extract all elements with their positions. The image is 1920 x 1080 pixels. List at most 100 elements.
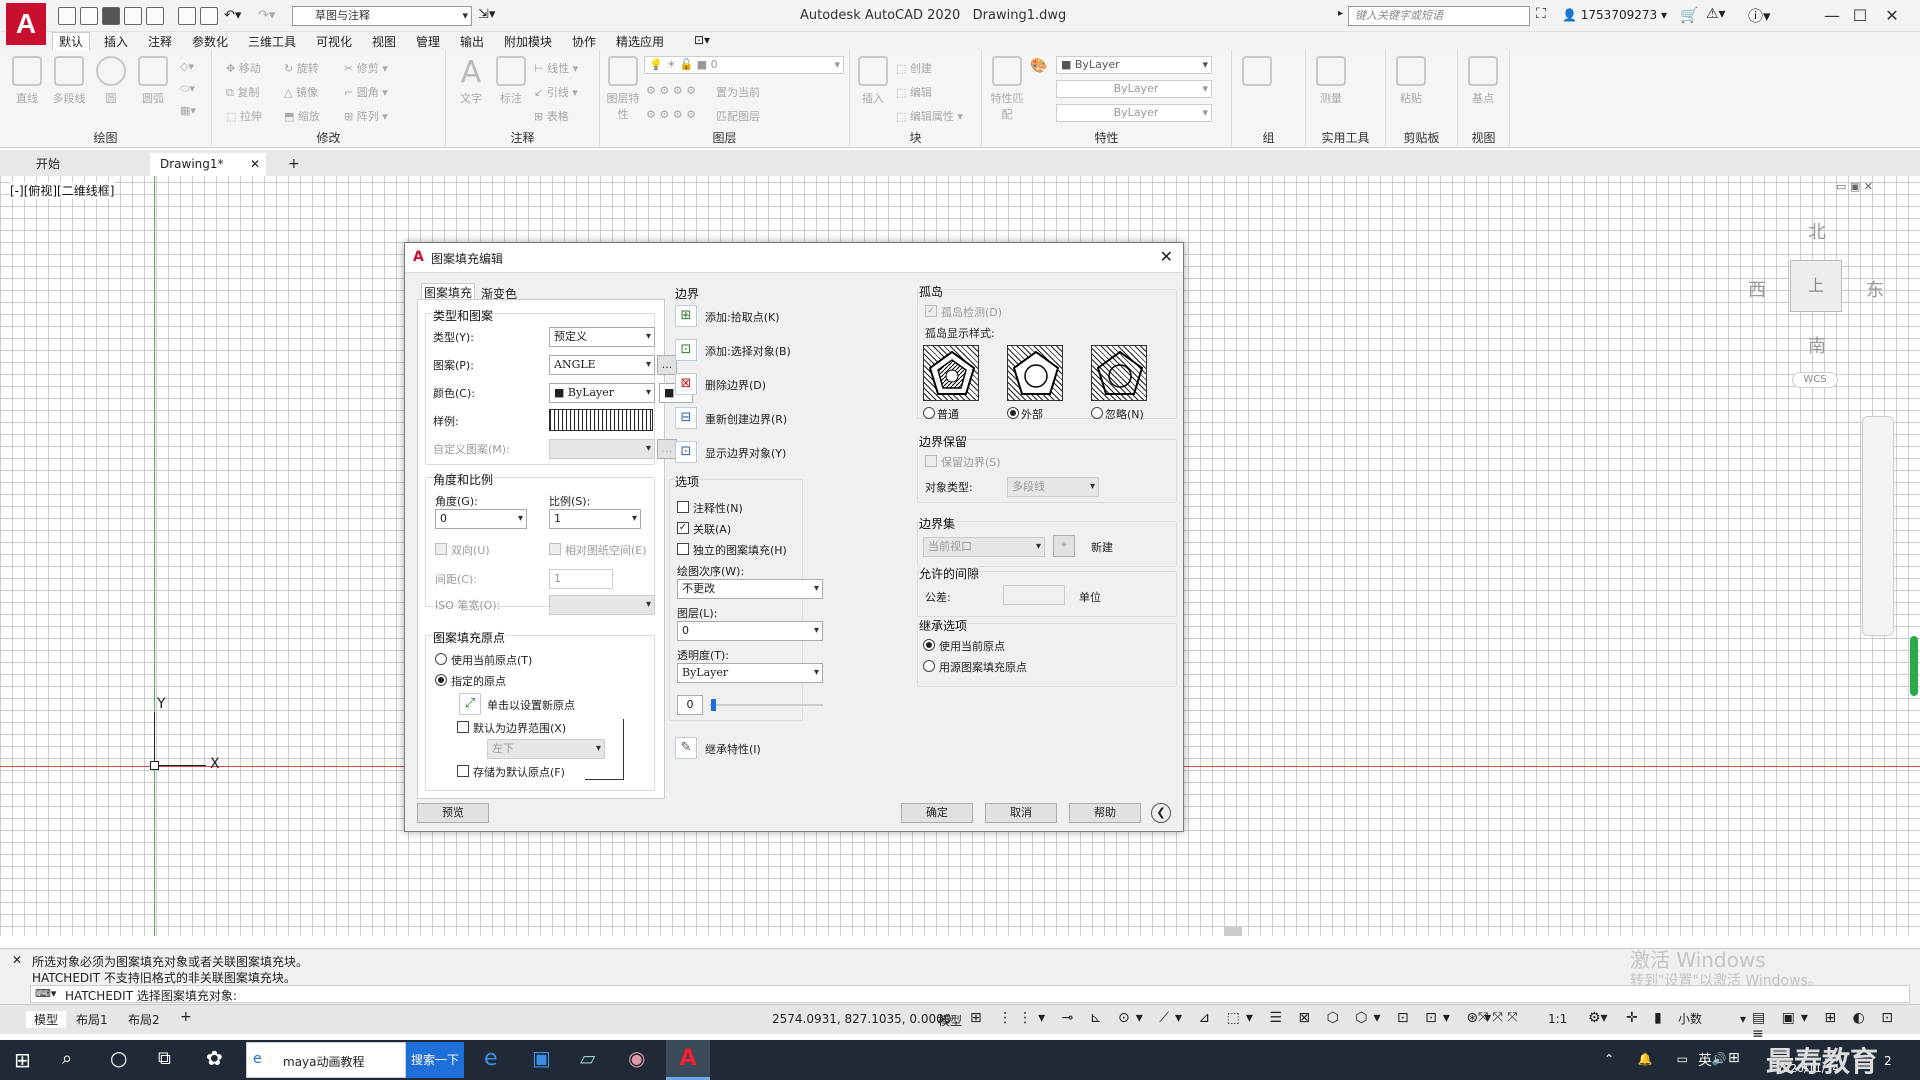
panel-title-groups[interactable]: 组 (1232, 129, 1305, 146)
tab-model[interactable]: 模型 (26, 1011, 67, 1028)
start-icon[interactable]: ⊞ (14, 1048, 31, 1072)
user-account[interactable]: 👤 1753709273 ▾ (1562, 8, 1667, 22)
tab-insert[interactable]: 插入 (104, 33, 128, 50)
drafting-toggles[interactable]: ⊞ ⋮⋮▾ ⊸ ⊾ ⊙▾ ⟋▾ ⊿ ⬚▾ ☰ ⊠ ⬡ ⬡▾ ⊡ ⊡▾ ⊛▾ (970, 1010, 1497, 1026)
task-view-icon[interactable]: ⧉ (158, 1048, 171, 1069)
pattern-browse-button[interactable]: ... (657, 355, 677, 375)
scale-dropdown[interactable]: 1 ▾ (549, 509, 641, 529)
tab-parametric[interactable]: 参数化 (192, 33, 228, 50)
ime-indicator[interactable]: 英 (1698, 1050, 1712, 1070)
move-button[interactable]: ✥ 移动 (226, 60, 261, 76)
annotation-icons[interactable]: ⤧ ⤧ ⤧ (1478, 1010, 1517, 1025)
panel-title-modify[interactable]: 修改 (212, 129, 445, 146)
fillet-button[interactable]: ⌐ 圆角 ▾ (344, 84, 388, 100)
layer-dropdown-dialog[interactable]: 0 ▾ (677, 621, 823, 641)
draw-more-icon-3[interactable]: ▦▾ (180, 104, 196, 117)
mirror-button[interactable]: △ 镜像 (284, 84, 318, 100)
web-open-icon[interactable] (146, 7, 164, 25)
tab-collaborate[interactable]: 协作 (572, 33, 596, 50)
ok-button[interactable]: 确定 (901, 803, 973, 823)
viewcube-top[interactable]: 上 (1790, 260, 1842, 312)
type-dropdown[interactable]: 预定义 ▾ (549, 327, 655, 347)
recreate-boundary-button[interactable]: ⊟ (675, 407, 697, 429)
viewcube-north[interactable]: 北 (1808, 218, 1826, 244)
command-close-icon[interactable]: ✕ (12, 953, 22, 967)
search-input[interactable]: 键入关键字或短语 (1348, 6, 1530, 26)
tab-start[interactable]: 开始 (26, 153, 70, 176)
pattern-swatch[interactable] (549, 409, 653, 431)
arc-button[interactable]: 圆弧 (136, 56, 170, 114)
help-button[interactable]: 帮助 (1069, 803, 1141, 823)
vertical-scrollbar-thumb[interactable] (1910, 636, 1918, 696)
tray-icons[interactable]: ⌃ 🔔 ▭ 🔊 (1604, 1052, 1737, 1066)
annotative-checkbox[interactable] (677, 501, 689, 513)
settings-gear-icon[interactable]: ⚙▾ (1588, 1010, 1608, 1026)
boundary-set-dropdown[interactable]: 当前视口 ▾ (923, 537, 1045, 557)
tab-featured[interactable]: 精选应用 (616, 33, 664, 50)
tab-3d-tools[interactable]: 三维工具 (248, 33, 296, 50)
color-dropdown[interactable]: ■ ByLayer ▾ (549, 383, 655, 403)
table-button[interactable]: ⊞ 表格 (534, 108, 569, 124)
copy-button[interactable]: ⧉ 复制 (226, 84, 259, 100)
leader-button[interactable]: ↙ 引线 ▾ (534, 84, 578, 100)
horizontal-scrollbar-thumb[interactable] (1224, 926, 1242, 936)
maximize-button[interactable]: ☐ (1846, 4, 1874, 28)
island-normal-radio[interactable] (923, 407, 935, 419)
custom-browse-button[interactable]: ... (657, 439, 677, 459)
minimize-button[interactable]: — (1818, 4, 1846, 28)
layer-properties-button[interactable]: 图层特性 (606, 56, 640, 121)
tolerance-input[interactable] (1003, 585, 1065, 605)
angle-dropdown[interactable]: 0 ▾ (435, 509, 527, 529)
circle-button[interactable]: 圆 (94, 56, 128, 114)
add-pick-points-button[interactable]: ⊞ (675, 305, 697, 327)
add-select-objects-button[interactable]: ⊡ (675, 339, 697, 361)
inherit-current-origin-radio[interactable] (923, 639, 935, 651)
print-icon[interactable] (200, 7, 218, 25)
tab-view[interactable]: 视图 (372, 33, 396, 50)
paste-button[interactable]: 粘贴 (1394, 56, 1428, 114)
layer-tools-icon[interactable]: ⚙ ⚙ ⚙ ⚙ (646, 84, 696, 97)
save-as-icon[interactable] (124, 7, 142, 25)
add-select-objects-label[interactable]: 添加:选择对象(B) (705, 343, 791, 359)
edit-attributes-button[interactable]: ⬚ 编辑属性 ▾ (896, 108, 963, 124)
retain-boundary-checkbox[interactable] (925, 455, 937, 467)
close-button[interactable]: ✕ (1878, 4, 1906, 28)
viewport-controls[interactable]: [-][俯视][二维线框] (10, 182, 115, 199)
tab-visualize[interactable]: 可视化 (316, 33, 352, 50)
measure-button[interactable]: 测量 (1314, 56, 1348, 114)
island-ignore-radio[interactable] (1091, 407, 1103, 419)
tab-manage[interactable]: 管理 (416, 33, 440, 50)
binoculars-icon[interactable]: ⛶ (1536, 6, 1546, 22)
double-checkbox[interactable] (435, 543, 447, 555)
tab-annotate[interactable]: 注释 (148, 33, 172, 50)
pattern-dropdown[interactable]: ANGLE ▾ (549, 355, 655, 375)
transparency-slider-thumb[interactable] (711, 699, 716, 711)
panel-title-block[interactable]: 块 (850, 129, 981, 146)
new-tab-icon[interactable]: + (278, 153, 310, 176)
tab-layout1[interactable]: 布局1 (76, 1011, 108, 1028)
inherit-source-origin-radio[interactable] (923, 660, 935, 672)
color-dropdown[interactable]: ■ ByLayer ▾ (1056, 56, 1212, 74)
display-boundary-button[interactable]: ⊡ (675, 441, 697, 463)
panel-title-annotation[interactable]: 注释 (446, 129, 599, 146)
edge-icon[interactable]: e (484, 1046, 498, 1071)
display-boundary-label[interactable]: 显示边界对象(Y) (705, 445, 786, 461)
autocad-taskbar-button[interactable]: A (666, 1040, 710, 1080)
new-boundary-set-button[interactable]: ⌖ (1053, 535, 1075, 557)
separate-hatch-checkbox[interactable] (677, 543, 689, 555)
tab-default[interactable]: 默认 (52, 32, 91, 50)
polyline-button[interactable]: 多段线 (52, 56, 86, 114)
notification-count[interactable]: 2 (1884, 1054, 1892, 1068)
collapse-icon[interactable]: ❮ (1151, 803, 1171, 823)
inherit-properties-button[interactable]: ✎ (675, 737, 697, 759)
coordinates-readout[interactable]: 2574.0931, 827.1035, 0.0000 (772, 1012, 951, 1026)
recreate-boundary-label[interactable]: 重新创建边界(R) (705, 411, 787, 427)
stretch-button[interactable]: ⬚ 拉伸 (226, 108, 262, 124)
layer-tools-icon-2[interactable]: ⚙ ⚙ ⚙ ⚙ (646, 108, 696, 121)
scale-button[interactable]: ⬒ 缩放 (284, 108, 320, 124)
annotation-scale[interactable]: 1:1 (1548, 1012, 1567, 1026)
extent-dropdown[interactable]: 左下 ▾ (487, 739, 605, 759)
relative-paper-checkbox[interactable] (549, 543, 561, 555)
layer-dropdown[interactable]: 💡 ☀ 🔓 ■ 0 ▾ (644, 56, 844, 74)
create-block-button[interactable]: ⬚ 创建 (896, 60, 932, 76)
